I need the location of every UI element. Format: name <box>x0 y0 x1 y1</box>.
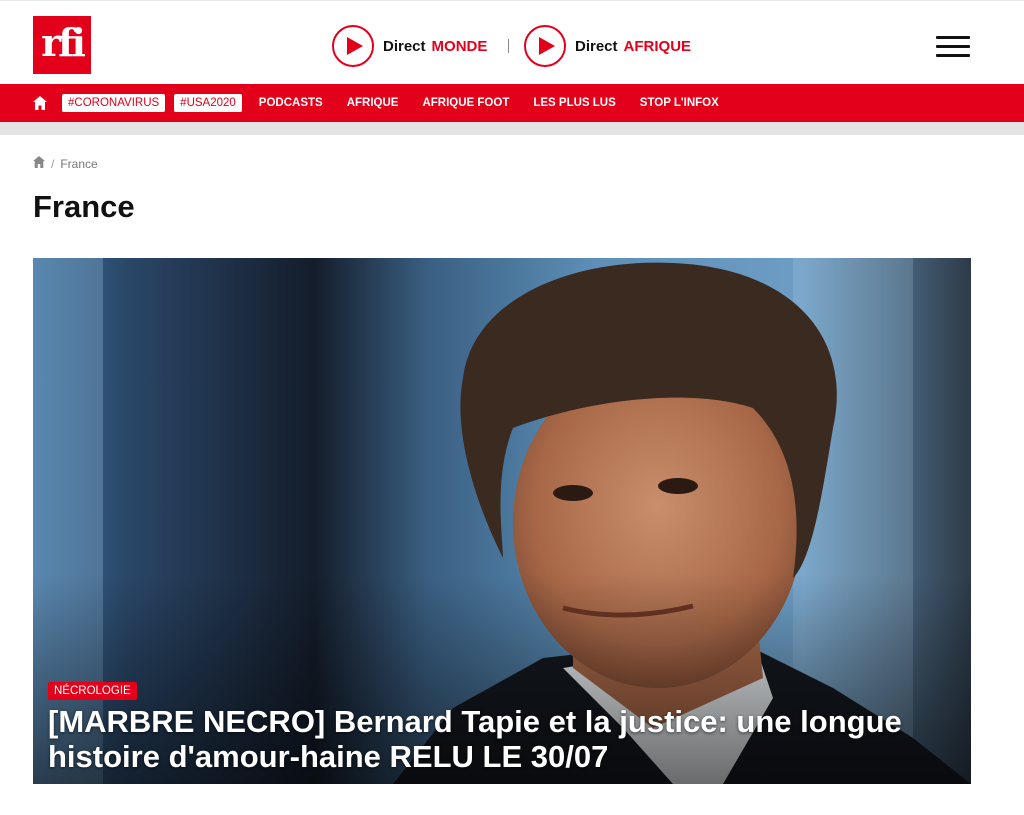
nav-afrique-foot[interactable]: AFRIQUE FOOT <box>422 97 509 109</box>
nav-stop-infox[interactable]: STOP L'INFOX <box>640 97 719 109</box>
breadcrumb-separator: / <box>51 156 55 171</box>
direct-label: Direct <box>575 37 618 55</box>
header-divider <box>508 39 509 53</box>
nav-afrique[interactable]: AFRIQUE <box>347 97 399 109</box>
site-header: rfi Direct MONDE Direct AFRIQUE <box>0 0 1024 84</box>
main-nav: #CORONAVIRUS #USA2020 PODCASTS AFRIQUE A… <box>0 84 1024 122</box>
rfi-logo[interactable]: rfi <box>33 16 91 74</box>
category-badge[interactable]: NÉCROLOGIE <box>48 682 137 700</box>
tag-coronavirus[interactable]: #CORONAVIRUS <box>62 94 166 112</box>
nav-les-plus-lus[interactable]: LES PLUS LUS <box>533 97 615 109</box>
breadcrumb: / France <box>33 156 98 171</box>
home-icon[interactable] <box>33 95 49 111</box>
hamburger-icon[interactable] <box>936 36 970 58</box>
home-icon[interactable] <box>33 156 45 171</box>
page-title: France <box>33 189 135 224</box>
hero-title[interactable]: [MARBRE NECRO] Bernard Tapie et la justi… <box>48 704 948 774</box>
breadcrumb-current: France <box>60 156 98 171</box>
direct-region-monde: MONDE <box>431 37 488 55</box>
direct-label: Direct <box>383 37 426 55</box>
direct-afrique-button[interactable]: Direct AFRIQUE <box>524 25 691 67</box>
play-icon <box>332 25 374 67</box>
direct-region-afrique: AFRIQUE <box>623 37 692 55</box>
nav-podcasts[interactable]: PODCASTS <box>259 97 323 109</box>
hero-article[interactable]: NÉCROLOGIE [MARBRE NECRO] Bernard Tapie … <box>33 258 971 784</box>
play-icon <box>524 25 566 67</box>
logo-text: rfi <box>41 20 86 65</box>
tag-usa2020[interactable]: #USA2020 <box>174 94 242 112</box>
direct-monde-button[interactable]: Direct MONDE <box>332 25 487 67</box>
nav-shadow <box>0 122 1024 135</box>
